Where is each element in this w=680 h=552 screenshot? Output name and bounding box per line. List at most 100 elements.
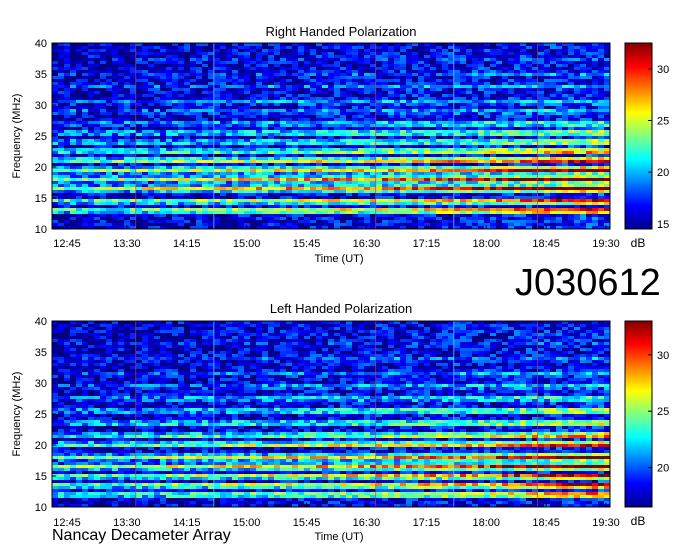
- spectrogram-cell: [106, 106, 112, 109]
- spectrogram-cell: [274, 130, 280, 133]
- spectrogram-cell: [82, 169, 88, 172]
- spectrogram-cell: [124, 172, 130, 175]
- spectrogram-cell: [256, 91, 262, 94]
- spectrogram-cell: [262, 64, 268, 67]
- spectrogram-cell: [94, 172, 100, 175]
- spectrogram-cell: [64, 148, 70, 151]
- spectrogram-cell: [586, 184, 592, 187]
- spectrogram-cell: [484, 178, 490, 181]
- spectrogram-cell: [484, 151, 490, 154]
- spectrogram-cell: [598, 130, 604, 133]
- spectrogram-cell: [472, 166, 478, 169]
- spectrogram-cell: [556, 82, 562, 85]
- spectrogram-cell: [580, 73, 586, 76]
- spectrogram-cell: [70, 190, 76, 193]
- spectrogram-cell: [424, 55, 430, 58]
- spectrogram-cell: [430, 61, 436, 64]
- spectrogram-cell: [502, 163, 508, 166]
- spectrogram-cell: [148, 163, 154, 166]
- spectrogram-cell: [502, 112, 508, 115]
- spectrogram-cell: [166, 103, 172, 106]
- spectrogram-cell: [598, 193, 604, 196]
- spectrogram-cell: [490, 184, 496, 187]
- spectrogram-cell: [112, 130, 118, 133]
- spectrogram-cell: [214, 160, 220, 163]
- spectrogram-cell: [106, 178, 112, 181]
- spectrogram-cell: [52, 55, 58, 58]
- spectrogram-cell: [406, 142, 412, 145]
- spectrogram-cell: [412, 112, 418, 115]
- spectrogram-cell: [412, 181, 418, 184]
- spectrogram-cell: [478, 100, 484, 103]
- spectrogram-cell: [196, 79, 202, 82]
- spectrogram-cell: [52, 94, 58, 97]
- spectrogram-cell: [256, 61, 262, 64]
- spectrogram-cell: [388, 88, 394, 91]
- spectrogram-cell: [484, 154, 490, 157]
- spectrogram-cell: [100, 46, 106, 49]
- spectrogram-cell: [592, 142, 598, 145]
- spectrogram-cell: [256, 184, 262, 187]
- spectrogram-cell: [502, 61, 508, 64]
- spectrogram-cell: [424, 163, 430, 166]
- spectrogram-cell: [520, 172, 526, 175]
- spectrogram-cell: [550, 133, 556, 136]
- spectrogram-cell: [496, 157, 502, 160]
- spectrogram-cell: [442, 82, 448, 85]
- spectrogram-cell: [88, 142, 94, 145]
- spectrogram-cell: [178, 196, 184, 199]
- spectrogram-cell: [424, 136, 430, 139]
- spectrogram-cell: [124, 127, 130, 130]
- spectrogram-cell: [406, 133, 412, 136]
- spectrogram-cell: [346, 67, 352, 70]
- spectrogram-cell: [268, 46, 274, 49]
- spectrogram-cell: [514, 193, 520, 196]
- spectrogram-cell: [64, 202, 70, 205]
- spectrogram-cell: [496, 67, 502, 70]
- spectrogram-cell: [394, 58, 400, 61]
- spectrogram-cell: [556, 55, 562, 58]
- spectrogram-cell: [106, 91, 112, 94]
- spectrogram-cell: [394, 97, 400, 100]
- spectrogram-cell: [472, 196, 478, 199]
- spectrogram-cell: [244, 145, 250, 148]
- spectrogram-cell: [574, 100, 580, 103]
- spectrogram-cell: [244, 178, 250, 181]
- spectrogram-cell: [418, 67, 424, 70]
- spectrogram-cell: [244, 187, 250, 190]
- spectrogram-cell: [190, 187, 196, 190]
- spectrogram-cell: [604, 97, 610, 100]
- spectrogram-cell: [478, 139, 484, 142]
- spectrogram-cell: [76, 151, 82, 154]
- spectrogram-cell: [586, 49, 592, 52]
- spectrogram-cell: [538, 151, 544, 154]
- spectrogram-cell: [454, 103, 460, 106]
- spectrogram-cell: [376, 139, 382, 142]
- spectrogram-cell: [592, 52, 598, 55]
- spectrogram-cell: [550, 112, 556, 115]
- spectrogram-cell: [244, 151, 250, 154]
- spectrogram-cell: [508, 160, 514, 163]
- spectrogram-cell: [136, 88, 142, 91]
- spectrogram-cell: [574, 55, 580, 58]
- spectrogram-cell: [298, 97, 304, 100]
- spectrogram-cell: [406, 166, 412, 169]
- spectrogram-cell: [352, 151, 358, 154]
- spectrogram-cell: [268, 106, 274, 109]
- spectrogram-cell: [376, 124, 382, 127]
- spectrogram-cell: [328, 154, 334, 157]
- spectrogram-cell: [154, 112, 160, 115]
- spectrogram-cell: [76, 85, 82, 88]
- spectrogram-cell: [226, 139, 232, 142]
- spectrogram-cell: [226, 187, 232, 190]
- spectrogram-cell: [418, 103, 424, 106]
- spectrogram-cell: [100, 130, 106, 133]
- spectrogram-cell: [76, 61, 82, 64]
- spectrogram-cell: [436, 202, 442, 205]
- spectrogram-cell: [280, 46, 286, 49]
- spectrogram-cell: [214, 46, 220, 49]
- spectrogram-cell: [430, 97, 436, 100]
- spectrogram-cell: [184, 82, 190, 85]
- spectrogram-cell: [226, 133, 232, 136]
- spectrogram-cell: [262, 202, 268, 205]
